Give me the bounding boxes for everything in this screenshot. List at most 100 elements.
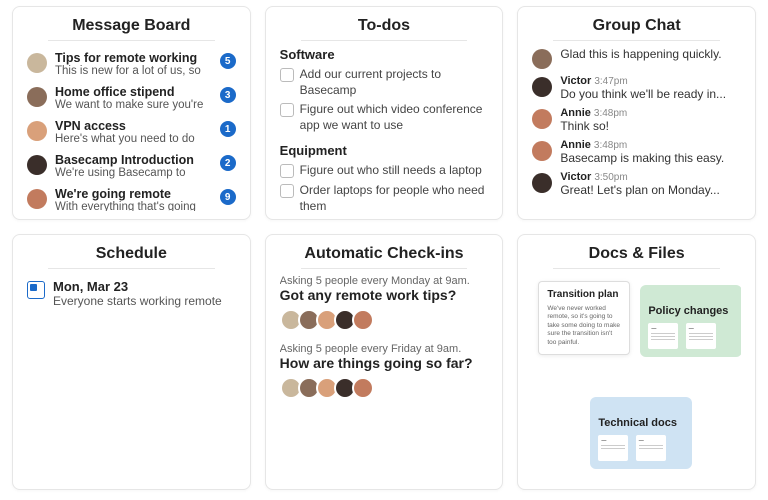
schedule-card[interactable]: Schedule Mon, Mar 23 Everyone starts wor…	[12, 234, 251, 490]
message-title: Home office stipend	[55, 85, 212, 99]
group-chat-card[interactable]: Group Chat Glad this is happening quickl…	[517, 6, 756, 220]
chat-author: Victor	[560, 75, 591, 87]
avatar-stack	[280, 307, 489, 331]
folder-item[interactable]: Technical docs — —	[590, 397, 692, 469]
chat-message[interactable]: Victor3:47pm Do you think we'll be ready…	[532, 72, 741, 104]
todo-text: Order laptops for people who need them	[300, 183, 489, 211]
card-title: Schedule	[27, 245, 236, 269]
message-subtitle: This is new for a lot of us, so	[55, 65, 212, 77]
schedule-date: Mon, Mar 23	[53, 279, 222, 294]
todo-group: Equipment Figure out who still needs a l…	[280, 143, 489, 211]
chat-text: Think so!	[560, 119, 741, 133]
checkin-schedule: Asking 5 people every Monday at 9am.	[280, 275, 489, 287]
chat-text: Great! Let's plan on Monday...	[560, 183, 741, 197]
docs-files-card[interactable]: Docs & Files Transition plan We've never…	[517, 234, 756, 490]
message-subtitle: With everything that's going	[55, 201, 212, 211]
todos-body: Software Add our current projects to Bas…	[280, 47, 489, 211]
avatar	[27, 53, 47, 73]
todo-text: Add our current projects to Basecamp	[300, 67, 489, 98]
chat-text: Glad this is happening quickly.	[560, 47, 741, 61]
file-thumb-icon: —	[648, 323, 678, 349]
avatar	[532, 77, 552, 97]
chat-body: Glad this is happening quickly. Victor3:…	[532, 47, 741, 211]
avatar	[352, 309, 374, 331]
count-badge: 1	[220, 121, 236, 137]
message-item[interactable]: Basecamp Introduction We're using Baseca…	[27, 149, 236, 183]
chat-text: Basecamp is making this easy.	[560, 151, 741, 165]
todo-item[interactable]: Add our current projects to Basecamp	[280, 65, 489, 100]
count-badge: 2	[220, 155, 236, 171]
chat-message[interactable]: Victor3:50pm Great! Let's plan on Monday…	[532, 168, 741, 200]
chat-author: Annie	[560, 107, 591, 119]
message-title: Tips for remote working	[55, 51, 212, 65]
document-title: Transition plan	[547, 289, 621, 301]
document-item[interactable]: Transition plan We've never worked remot…	[538, 281, 630, 355]
file-thumb-icon: —	[686, 323, 716, 349]
message-title: VPN access	[55, 119, 212, 133]
checkin-item[interactable]: Asking 5 people every Monday at 9am. Got…	[280, 275, 489, 331]
schedule-body: Mon, Mar 23 Everyone starts working remo…	[27, 275, 236, 481]
count-badge: 3	[220, 87, 236, 103]
avatar	[532, 49, 552, 69]
checkin-question: Got any remote work tips?	[280, 287, 489, 303]
message-title: We're going remote	[55, 187, 212, 201]
chat-text: Do you think we'll be ready in...	[560, 87, 741, 101]
chat-time: 3:47pm	[594, 76, 627, 87]
checkbox-icon[interactable]	[280, 164, 294, 178]
checkins-card[interactable]: Automatic Check-ins Asking 5 people ever…	[265, 234, 504, 490]
schedule-text: Everyone starts working remote	[53, 294, 222, 308]
calendar-icon	[27, 281, 45, 299]
chat-message[interactable]: Glad this is happening quickly.	[532, 47, 741, 72]
message-subtitle: Here's what you need to do	[55, 133, 212, 145]
message-item[interactable]: VPN access Here's what you need to do 1	[27, 115, 236, 149]
avatar	[27, 189, 47, 209]
file-thumb-icon: —	[636, 435, 666, 461]
schedule-item[interactable]: Mon, Mar 23 Everyone starts working remo…	[27, 275, 236, 308]
card-title: Group Chat	[532, 17, 741, 41]
message-subtitle: We want to make sure you're	[55, 99, 212, 111]
card-title: Message Board	[27, 17, 236, 41]
card-title: Docs & Files	[532, 245, 741, 269]
todo-item[interactable]: Figure out who still needs a laptop	[280, 161, 489, 181]
avatar	[27, 155, 47, 175]
chat-time: 3:48pm	[594, 108, 627, 119]
document-preview: We've never worked remote, so it's going…	[547, 305, 621, 347]
message-item[interactable]: Tips for remote working This is new for …	[27, 47, 236, 81]
avatar	[352, 377, 374, 399]
todo-item[interactable]: Order laptops for people who need them	[280, 181, 489, 211]
todo-item[interactable]: Figure out which video conference app we…	[280, 100, 489, 135]
chat-time: 3:48pm	[594, 140, 627, 151]
todos-card[interactable]: To-dos Software Add our current projects…	[265, 6, 504, 220]
message-item[interactable]: We're going remote With everything that'…	[27, 183, 236, 211]
docs-body: Transition plan We've never worked remot…	[532, 275, 741, 481]
avatar	[27, 87, 47, 107]
avatar-stack	[280, 375, 489, 399]
folder-item[interactable]: Policy changes — —	[640, 285, 741, 357]
message-board-card[interactable]: Message Board Tips for remote working Th…	[12, 6, 251, 220]
file-thumb-icon: —	[598, 435, 628, 461]
todo-group-title[interactable]: Equipment	[280, 143, 489, 158]
message-subtitle: We're using Basecamp to	[55, 167, 212, 179]
checkbox-icon[interactable]	[280, 103, 294, 117]
avatar	[532, 109, 552, 129]
todo-group-title[interactable]: Software	[280, 47, 489, 62]
message-item[interactable]: Home office stipend We want to make sure…	[27, 81, 236, 115]
todo-group: Software Add our current projects to Bas…	[280, 47, 489, 135]
checkbox-icon[interactable]	[280, 68, 294, 82]
card-title: To-dos	[280, 17, 489, 41]
chat-author: Victor	[560, 171, 591, 183]
todo-text: Figure out who still needs a laptop	[300, 163, 482, 179]
checkin-schedule: Asking 5 people every Friday at 9am.	[280, 343, 489, 355]
checkin-item[interactable]: Asking 5 people every Friday at 9am. How…	[280, 343, 489, 399]
folder-title: Technical docs	[598, 417, 684, 430]
count-badge: 9	[220, 189, 236, 205]
chat-message[interactable]: Annie3:48pm Think so!	[532, 104, 741, 136]
chat-message[interactable]: Annie3:48pm Basecamp is making this easy…	[532, 136, 741, 168]
message-board-list: Tips for remote working This is new for …	[27, 47, 236, 211]
checkbox-icon[interactable]	[280, 184, 294, 198]
folder-title: Policy changes	[648, 305, 734, 318]
checkins-body: Asking 5 people every Monday at 9am. Got…	[280, 275, 489, 481]
avatar	[532, 141, 552, 161]
todo-text: Figure out which video conference app we…	[300, 102, 489, 133]
count-badge: 5	[220, 53, 236, 69]
